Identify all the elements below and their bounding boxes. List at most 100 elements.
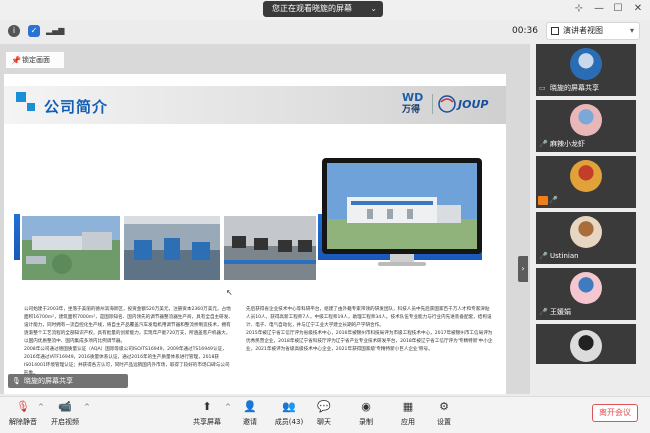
unmute-button[interactable]: 🎙 解除静音 <box>8 400 38 432</box>
share-screen-button[interactable]: ⬆ 共享屏幕 <box>192 400 222 432</box>
lock-screen-button[interactable]: 📌 锁定画面 <box>6 52 64 68</box>
participant-tile[interactable] <box>536 324 636 364</box>
intro-paragraph: 公司始建于2003年，坐落于美丽的德州滨海新区，投资金额520万美元，注册资本2… <box>24 307 233 344</box>
record-button[interactable]: ◉ 录制 <box>354 400 378 432</box>
participant-label: 🎤 麻辣小龙虾 <box>538 139 585 150</box>
unmute-label: 解除静音 <box>9 418 37 426</box>
view-mode-dropdown[interactable]: 演讲者视图 ▾ <box>546 22 640 40</box>
participant-tile[interactable]: ▭ 晓旎的屏幕共享 <box>536 44 636 96</box>
leave-meeting-button[interactable]: 离开会议 <box>592 404 638 422</box>
microphone-icon: 🎙 <box>12 377 21 385</box>
screen-share-icon: ▭ <box>539 84 546 92</box>
participant-tile[interactable]: 🎤 - <box>536 156 636 208</box>
record-icon: ◉ <box>361 400 371 413</box>
presentation-slide: 公司简介 WD 万得 JOUP 公司始建于2003年，坐落于美丽的德州滨海新区，… <box>4 74 506 394</box>
view-mode-label: 演讲者视图 <box>563 26 603 35</box>
title-decoration <box>16 92 26 102</box>
participant-tile[interactable]: 🎤 王媛娟 <box>536 268 636 320</box>
chevron-down-icon[interactable]: ⌄ <box>370 1 377 17</box>
office-photo <box>222 214 318 282</box>
participant-tile[interactable]: 🎤 麻辣小龙虾 <box>536 100 636 152</box>
share-screen-icon: ⬆ <box>202 400 212 413</box>
sharer-name-overlay: 🎙 晓旎的屏幕共享 <box>8 374 128 388</box>
screen-share-notice[interactable]: 您正在观看晓旎的屏幕 ⌄ <box>263 1 383 17</box>
brand-logo-text: JOUP <box>456 98 488 111</box>
chat-button[interactable]: 💬 聊天 <box>312 400 336 432</box>
avatar <box>570 330 602 362</box>
share-options-caret[interactable]: ^ <box>225 403 231 411</box>
factory-aerial-photo <box>20 214 122 282</box>
participant-tile[interactable]: 🎤 Ustinian <box>536 212 636 264</box>
apps-button[interactable]: ▦ 应用 <box>396 400 420 432</box>
audio-options-caret[interactable]: ^ <box>38 403 44 411</box>
participant-label: 🎤 - <box>538 195 558 206</box>
participant-name: Ustinian <box>550 252 579 260</box>
start-video-label: 开启视频 <box>51 418 79 426</box>
meeting-toolbar: i ✓ ▂▄▆ <box>0 22 530 42</box>
microphone-muted-icon: 🎤 <box>539 308 548 316</box>
minimize-button[interactable]: — <box>592 2 606 16</box>
start-video-button[interactable]: 📹 开启视频 <box>50 400 80 432</box>
avatar <box>570 48 602 80</box>
members-button[interactable]: 👥 成员(43) <box>272 400 306 432</box>
apps-label: 应用 <box>401 418 415 426</box>
title-decoration <box>27 103 35 111</box>
participant-name: 晓旎的屏幕共享 <box>550 84 599 92</box>
participant-list: ▭ 晓旎的屏幕共享 🎤 麻辣小龙虾 🎤 - 🎤 Ustinian 🎤 王媛娟 <box>536 44 636 394</box>
close-button[interactable]: ✕ <box>631 2 645 16</box>
collapse-panel-button[interactable]: › <box>518 256 528 282</box>
signal-icon[interactable]: ▂▄▆ <box>46 25 64 37</box>
participant-name <box>538 351 550 362</box>
share-screen-label: 共享屏幕 <box>193 418 221 426</box>
lock-screen-label: 锁定画面 <box>22 56 50 64</box>
members-label: 成员(43) <box>274 418 304 426</box>
monitor-graphic <box>322 158 482 268</box>
meeting-controls: 🎙 解除静音 ^ 📹 开启视频 ^ ⬆ 共享屏幕 ^ 👤 邀请 👥 成员(43)… <box>0 396 650 433</box>
microphone-muted-icon: 🎤 <box>539 252 548 260</box>
info-icon[interactable]: i <box>8 25 20 37</box>
avatar <box>570 216 602 248</box>
avatar <box>570 272 602 304</box>
settings-button[interactable]: ⚙ 设置 <box>432 400 456 432</box>
sharer-name: 晓旎的屏幕共享 <box>24 377 73 385</box>
pin-icon: 📌 <box>11 56 21 65</box>
invite-button[interactable]: 👤 邀请 <box>238 400 262 432</box>
company-honors-text: 先后获得省企业技术中心等科研平台，组建了由外籍专家带领的研发团队，科技人员中先后… <box>246 306 494 376</box>
grid-icon <box>551 27 559 35</box>
logo-letters: WD <box>402 91 424 104</box>
apps-icon: ▦ <box>402 400 414 413</box>
meeting-window: 您正在观看晓旎的屏幕 ⌄ ⊹ — ☐ ✕ i ✓ ▂▄▆ 00:36 演讲者视图… <box>0 0 650 433</box>
video-options-caret[interactable]: ^ <box>84 403 90 411</box>
participant-name: 王媛娟 <box>550 308 571 316</box>
shared-screen: 📌 锁定画面 公司简介 WD 万得 JOUP 公司始建于2003年，坐落于美丽的… <box>0 44 530 394</box>
members-icon: 👥 <box>282 400 296 413</box>
logo-chinese: 万得 <box>402 105 421 115</box>
company-logo: WD 万得 <box>402 92 428 118</box>
avatar <box>570 160 602 192</box>
title-bar: 您正在观看晓旎的屏幕 ⌄ ⊹ — ☐ ✕ <box>0 0 650 20</box>
slide-title: 公司简介 <box>44 98 109 116</box>
logo-divider <box>432 94 433 114</box>
honors-paragraph: 2015年被辽宁省工信厅评为省级技术中心，2016年被锦州市科技局评为市级工程技… <box>246 331 493 352</box>
caret-down-icon: ▾ <box>629 26 634 35</box>
microphone-muted-icon: 🎙 <box>16 400 30 413</box>
participant-label: ▭ 晓旎的屏幕共享 <box>538 83 599 94</box>
chat-icon: 💬 <box>317 400 331 413</box>
maximize-button[interactable]: ☐ <box>611 2 625 16</box>
settings-label: 设置 <box>437 418 451 426</box>
monitor-screen <box>322 158 482 254</box>
pin-icon[interactable]: ⊹ <box>572 2 586 16</box>
monitor-base <box>378 262 426 266</box>
participant-label: 🎤 Ustinian <box>538 251 579 262</box>
screen-share-notice-text: 您正在观看晓旎的屏幕 <box>272 4 352 13</box>
honors-paragraph: 先后获得省企业技术中心等科研平台，组建了由外籍专家带领的研发团队，科技人员中先后… <box>246 307 492 328</box>
brand-logo: JOUP <box>438 92 496 116</box>
participant-label: 🎤 王媛娟 <box>538 307 571 318</box>
shield-icon[interactable]: ✓ <box>28 25 40 37</box>
avatar <box>570 104 602 136</box>
invite-icon: 👤 <box>243 400 257 413</box>
participant-name: 麻辣小龙虾 <box>550 140 585 148</box>
record-label: 录制 <box>359 418 373 426</box>
workshop-photo <box>122 214 222 282</box>
invite-label: 邀请 <box>243 418 257 426</box>
